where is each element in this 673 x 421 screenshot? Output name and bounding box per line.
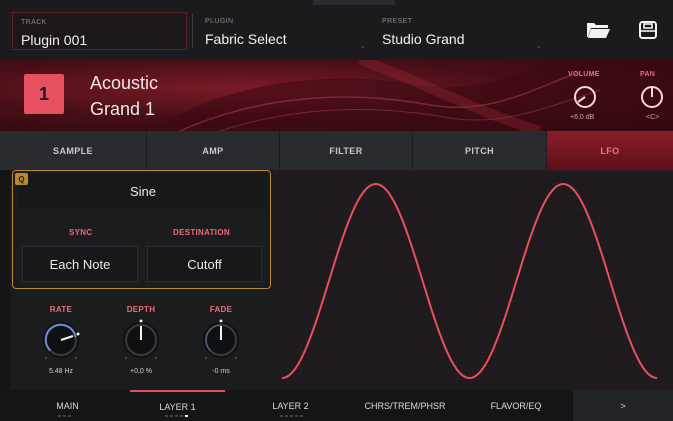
depth-knob[interactable]: [121, 318, 161, 366]
page-dot: [180, 415, 183, 417]
track-field[interactable]: TRACK Plugin 001: [12, 12, 187, 50]
rate-knob[interactable]: [41, 318, 81, 366]
instrument-name-line2: Grand 1: [90, 99, 156, 119]
tab-sample[interactable]: SAMPLE: [0, 131, 147, 170]
tab-amp[interactable]: AMP: [147, 131, 280, 170]
tab-lfo[interactable]: LFO: [547, 131, 673, 170]
page-dots: [58, 415, 71, 418]
fade-knob[interactable]: [201, 318, 241, 366]
pan-label: PAN: [640, 71, 656, 78]
destination-label: DESTINATION: [173, 228, 230, 237]
nav-next-button[interactable]: >: [573, 390, 673, 421]
page-dot: [68, 415, 71, 417]
sync-label: SYNC: [69, 228, 93, 237]
nav-label: FLAVOR/EQ: [490, 400, 542, 411]
page-dot: [280, 415, 283, 417]
pan-value: <C>: [646, 114, 660, 121]
rate-label: RATE: [49, 305, 73, 314]
nav-label: LAYER 1: [159, 401, 196, 412]
nav-label: MAIN: [56, 400, 79, 411]
page-dot: [170, 415, 173, 417]
page-dot: [295, 415, 298, 417]
waveform-select[interactable]: Sine: [18, 173, 268, 209]
page-dot-active: [185, 415, 188, 417]
track-number-badge: 1: [24, 74, 64, 114]
page-dot: [58, 415, 61, 417]
page-dot: [175, 415, 178, 417]
top-bar: TRACK Plugin 001 PLUGIN Fabric Select ⌄ …: [0, 0, 673, 60]
q-badge: Q: [15, 173, 28, 185]
page-dots: [280, 415, 303, 418]
nav-chrs-trem-phsr[interactable]: CHRS/TREM/PHSR: [350, 390, 460, 421]
nav-label: LAYER 2: [272, 400, 309, 411]
lfo-waveform-display: [274, 170, 673, 390]
volume-label: VOLUME: [568, 71, 600, 78]
instrument-name-line1: Acoustic: [90, 73, 159, 93]
tab-label: LFO: [600, 145, 620, 156]
volume-knob[interactable]: [572, 84, 598, 110]
track-field-value: Plugin 001: [21, 32, 88, 48]
nav-flavor-eq[interactable]: FLAVOR/EQ: [466, 390, 566, 421]
preset-field[interactable]: PRESET Studio Grand ⌄: [374, 12, 549, 50]
plugin-field-value: Fabric Select: [205, 31, 287, 47]
nav-label: >: [620, 400, 626, 411]
sync-select[interactable]: Each Note: [22, 246, 138, 282]
rate-value: 5.48 Hz: [48, 368, 74, 375]
preset-field-label: PRESET: [382, 18, 413, 25]
section-tabs: SAMPLE AMP FILTER PITCH LFO: [0, 131, 673, 170]
fade-label: FADE: [209, 305, 233, 314]
page-dots: [165, 415, 188, 418]
page-dot: [300, 415, 303, 417]
preset-field-value: Studio Grand: [382, 31, 465, 47]
tab-filter[interactable]: FILTER: [280, 131, 413, 170]
plugin-field[interactable]: PLUGIN Fabric Select ⌄: [197, 12, 372, 50]
divider: [192, 14, 193, 48]
tab-label: AMP: [202, 145, 224, 156]
top-notch: [313, 0, 395, 5]
page-dot: [63, 415, 66, 417]
pan-knob[interactable]: [639, 84, 665, 110]
plugin-field-label: PLUGIN: [205, 18, 234, 25]
save-icon[interactable]: [638, 20, 658, 40]
destination-select[interactable]: Cutoff: [147, 246, 262, 282]
page-dot: [290, 415, 293, 417]
chevron-down-icon: ⌄: [536, 43, 542, 50]
plot-grid: [274, 170, 673, 390]
lfo-waveform-plot: [274, 170, 673, 390]
bottom-nav: MAIN LAYER 1 LAYER 2 CHRS/TREM/PHSR FLAV…: [0, 390, 673, 421]
tab-label: PITCH: [465, 145, 494, 156]
tab-pitch[interactable]: PITCH: [413, 131, 547, 170]
track-field-label: TRACK: [21, 19, 47, 26]
tab-label: FILTER: [329, 145, 363, 156]
depth-value: +0.0 %: [130, 368, 152, 375]
chevron-down-icon: ⌄: [360, 43, 366, 50]
nav-label: CHRS/TREM/PHSR: [364, 400, 446, 411]
depth-label: DEPTH: [126, 305, 156, 314]
folder-icon[interactable]: [586, 20, 610, 40]
page-dot: [285, 415, 288, 417]
fade-value: -0 ms: [212, 368, 230, 375]
volume-value: +6.0 dB: [570, 114, 595, 121]
tab-label: SAMPLE: [53, 145, 93, 156]
page-dot: [165, 415, 168, 417]
